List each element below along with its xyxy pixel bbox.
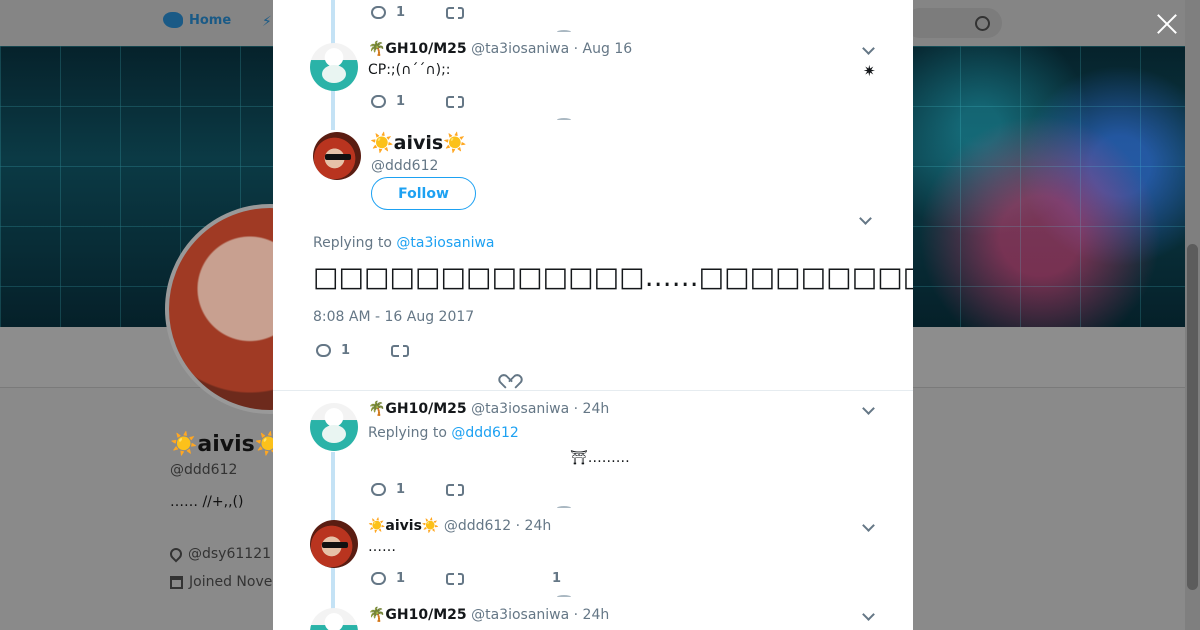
avatar[interactable] <box>310 403 358 451</box>
reply-icon[interactable] <box>316 344 331 357</box>
profile-name: ☀️aivis☀️ <box>170 432 283 457</box>
calendar-icon <box>170 575 183 589</box>
profile-joined-text: Joined Nove <box>189 574 273 590</box>
main-tweet-timestamp[interactable]: 8:08 AM - 16 Aug 2017 <box>313 309 474 325</box>
avatar[interactable] <box>313 132 361 180</box>
location-icon <box>167 545 185 563</box>
tweet-text: …… <box>368 539 396 555</box>
reply-count: 1 <box>396 94 406 109</box>
reply-icon[interactable] <box>371 572 386 585</box>
reply-count: 1 <box>396 482 406 497</box>
replying-to-label: Replying to <box>368 425 447 441</box>
tweet-meta[interactable]: @ddd612 · 24h <box>444 518 551 534</box>
tweet-actions: 1 <box>371 93 464 110</box>
retweet-icon[interactable] <box>446 93 464 110</box>
twitter-bird-icon <box>163 12 183 28</box>
sparkle-icon: ✷ <box>863 62 876 80</box>
profile-joined: Joined Nove <box>170 574 272 590</box>
search-icon[interactable] <box>905 8 1002 38</box>
tweet-meta[interactable]: @ta3iosaniwa · 24h <box>471 401 609 417</box>
retweet-icon[interactable] <box>391 342 409 359</box>
tweet-actions: 1 <box>316 342 409 359</box>
retweet-icon[interactable] <box>446 4 464 21</box>
chevron-down-icon[interactable] <box>862 519 875 532</box>
reply-count: 1 <box>341 343 351 358</box>
avatar[interactable] <box>310 520 358 568</box>
tweet-author-name[interactable]: ☀️aivis☀️ <box>368 518 439 534</box>
main-author-name[interactable]: ☀️aivis☀️ <box>370 131 467 154</box>
tweet-modal: 1 🌴GH10/M25 @ta3iosaniwa · Aug 16 CP:;(∩… <box>273 0 913 630</box>
profile-bio: …… //+,,() <box>170 494 244 510</box>
avatar[interactable] <box>310 43 358 91</box>
tweet-meta[interactable]: @ta3iosaniwa · 24h <box>471 607 609 623</box>
moments-icon[interactable]: ⚡ <box>262 14 272 30</box>
profile-handle: @ddd612 <box>170 462 238 478</box>
nav-home[interactable]: Home <box>163 12 231 28</box>
tweet-actions: 1 1 <box>371 570 562 587</box>
tweet-text: CP:;(∩´´∩);: <box>368 62 451 78</box>
tweet-actions: 1 <box>371 481 464 498</box>
tweet-meta[interactable]: @ta3iosaniwa · Aug 16 <box>471 41 632 57</box>
replying-to: Replying to @ta3iosaniwa <box>313 235 495 251</box>
tweet-author-name[interactable]: 🌴GH10/M25 <box>368 607 467 623</box>
reply-count: 1 <box>396 5 406 20</box>
tweet-header: 🌴GH10/M25 @ta3iosaniwa · 24h <box>368 401 609 417</box>
replying-to: Replying to @ddd612 <box>368 425 519 441</box>
close-icon[interactable] <box>1153 10 1181 38</box>
main-tweet-text: □□□□□□□□□□□□□……□□□□□□□□□□□□□□□□□□□□□□□□□… <box>313 262 913 293</box>
scrollbar[interactable] <box>1185 0 1200 630</box>
tweet-header: 🌴GH10/M25 @ta3iosaniwa · 24h <box>368 607 609 623</box>
profile-location-text: @dsy61121 <box>188 546 272 562</box>
reply-icon[interactable] <box>371 483 386 496</box>
tweet-header: ☀️aivis☀️ @ddd612 · 24h <box>368 518 551 534</box>
chevron-down-icon[interactable] <box>862 608 875 621</box>
nav-home-label: Home <box>189 12 232 28</box>
chevron-down-icon[interactable] <box>859 212 872 225</box>
retweet-icon[interactable] <box>446 570 464 587</box>
divider <box>273 390 913 391</box>
thread-separator <box>557 506 571 510</box>
tweet-actions: 1 <box>371 4 464 21</box>
thread-separator <box>557 595 571 599</box>
tweet-text: ⛩……… <box>570 450 630 466</box>
like-count: 1 <box>552 571 562 586</box>
reply-icon[interactable] <box>371 95 386 108</box>
avatar[interactable] <box>310 608 358 630</box>
tweet-author-name[interactable]: 🌴GH10/M25 <box>368 401 467 417</box>
main-author-handle[interactable]: @ddd612 <box>371 158 438 174</box>
replying-to-label: Replying to <box>313 235 392 251</box>
scrollbar-thumb[interactable] <box>1187 244 1198 590</box>
follow-button[interactable]: Follow <box>371 177 476 210</box>
thread-separator <box>557 118 571 122</box>
profile-location: @dsy61121 <box>167 545 272 563</box>
replying-to-link[interactable]: @ddd612 <box>451 425 518 441</box>
retweet-icon[interactable] <box>446 481 464 498</box>
like-icon[interactable] <box>502 368 516 381</box>
tweet-header: 🌴GH10/M25 @ta3iosaniwa · Aug 16 <box>368 41 632 57</box>
tweet-author-name[interactable]: 🌴GH10/M25 <box>368 41 467 57</box>
replying-to-link[interactable]: @ta3iosaniwa <box>396 235 494 251</box>
chevron-down-icon[interactable] <box>862 42 875 55</box>
reply-icon[interactable] <box>371 6 386 19</box>
chevron-down-icon[interactable] <box>862 402 875 415</box>
reply-count: 1 <box>396 571 406 586</box>
thread-separator <box>557 30 571 34</box>
